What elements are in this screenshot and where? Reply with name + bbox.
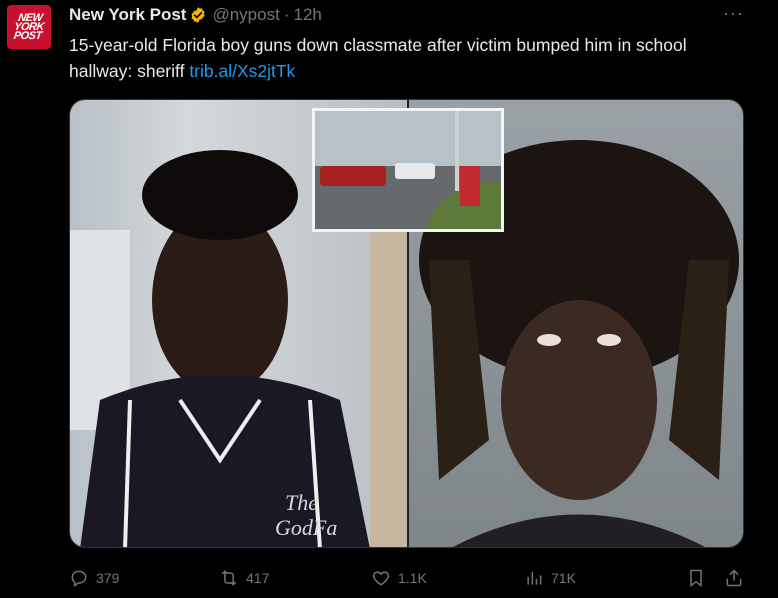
tweet-text: 15-year-old Florida boy guns down classm… [69,32,749,84]
bookmark-icon[interactable] [686,568,706,588]
reply-icon [71,570,87,587]
timestamp[interactable]: 12h [294,5,322,25]
repost-icon [221,570,237,586]
more-icon[interactable]: ··· [723,4,744,22]
views-button[interactable]: 71K [524,568,576,588]
svg-text:The: The [285,490,318,515]
reply-button[interactable]: 379 [69,568,219,588]
share-icon[interactable] [724,568,744,588]
tweet-body: 15-year-old Florida boy guns down classm… [69,35,687,81]
verified-icon [191,7,206,23]
handle[interactable]: @nypost [212,5,279,25]
tweet-link[interactable]: trib.al/Xs2jtTk [189,61,295,81]
display-name[interactable]: New York Post [69,5,186,25]
avatar[interactable]: NEW YORK POST [7,5,51,49]
inset-photo [312,108,504,232]
reply-count: 379 [96,570,120,586]
tweet-header: New York Post @nypost · 12h [69,3,748,27]
repost-count: 417 [246,570,270,586]
like-count: 1.1K [398,570,427,586]
scene-photo [315,111,501,229]
tweet-media[interactable]: The GodFa [69,99,744,548]
separator: · [283,5,290,24]
views-icon [527,572,542,585]
action-bar: 379 417 1.1K 71K [69,566,744,590]
svg-text:GodFa: GodFa [275,515,337,540]
like-button[interactable]: 1.1K [371,568,524,588]
avatar-logo-text: NEW YORK POST [12,11,45,42]
views-count: 71K [551,570,576,586]
repost-button[interactable]: 417 [219,568,371,588]
right-actions [686,568,744,588]
like-icon [372,571,390,586]
